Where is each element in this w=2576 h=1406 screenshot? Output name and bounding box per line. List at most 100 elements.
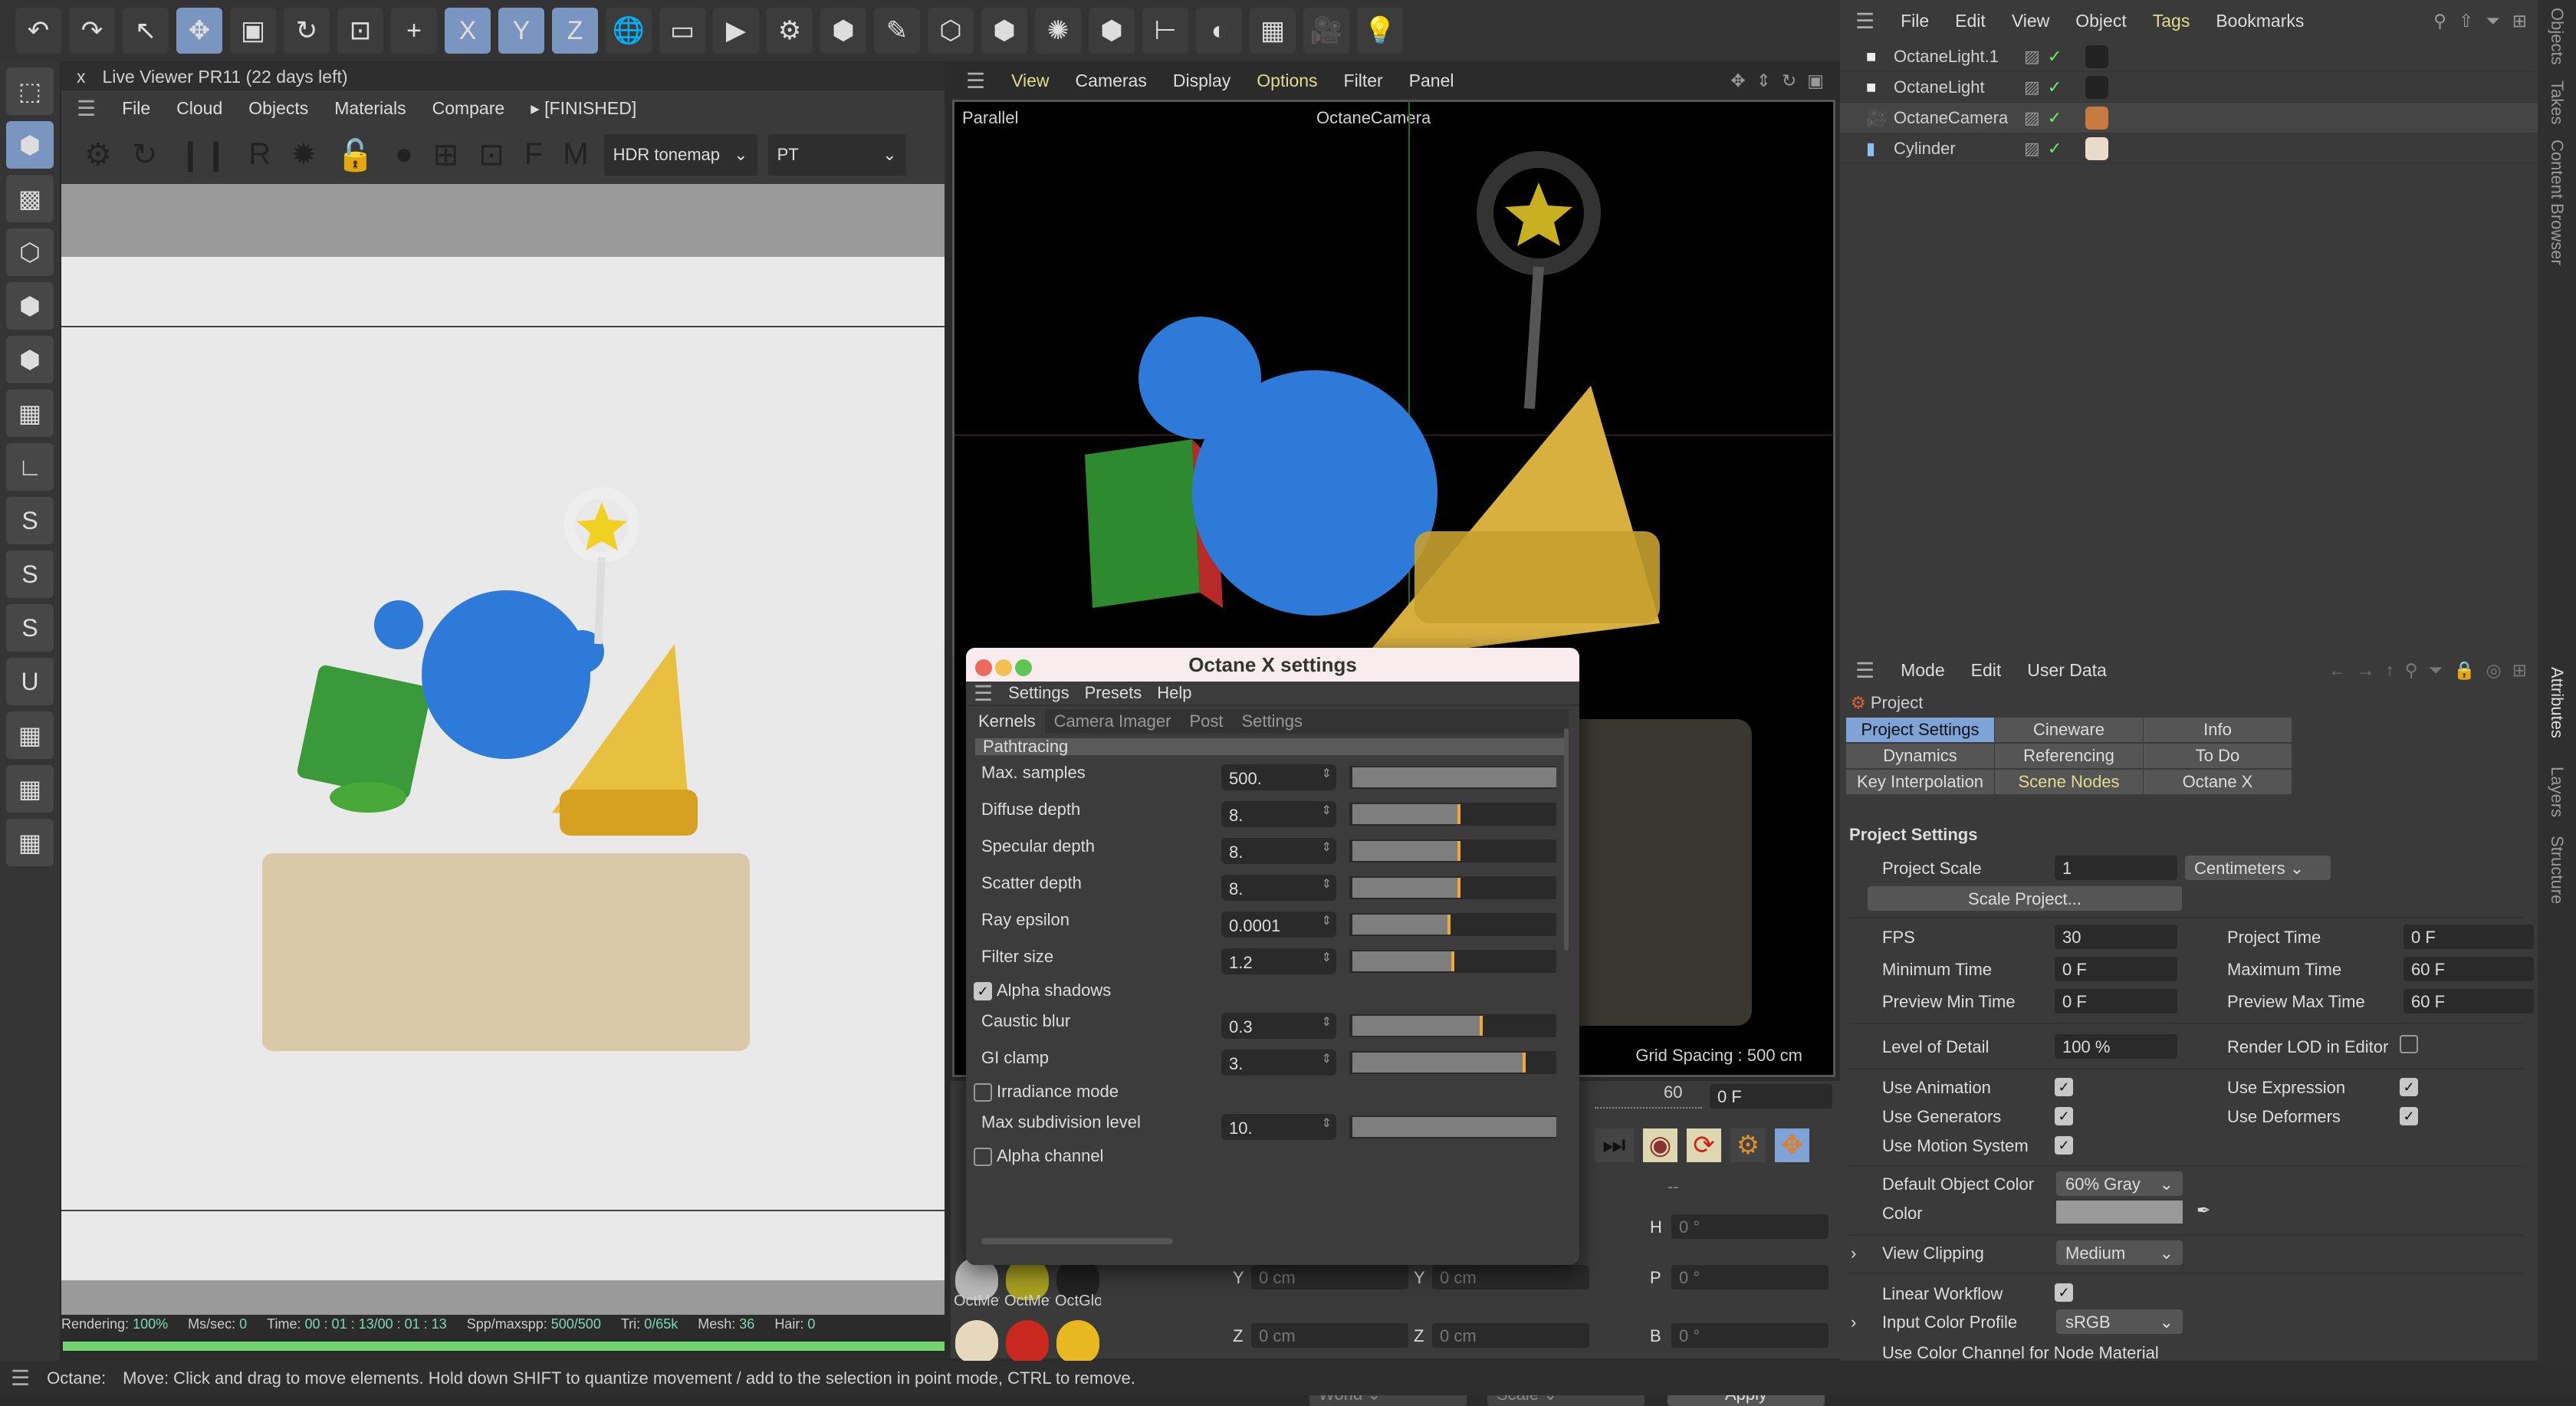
menu-tags[interactable]: Tags (2153, 11, 2190, 31)
object-row[interactable]: ▮ Cylinder ▨ ✓ (1840, 133, 2538, 164)
menu-edit[interactable]: Edit (1955, 11, 1986, 31)
viewer-tool-icon[interactable]: R (248, 137, 271, 173)
enabled-check-icon[interactable]: ✓ (2048, 47, 2062, 67)
autokey-icon[interactable]: ⟳ (1687, 1128, 1721, 1162)
pathtracing-section[interactable]: Pathtracing (975, 737, 1569, 756)
stepper-icon[interactable]: ⇕ (1322, 950, 1332, 965)
stepper-icon[interactable]: ⇕ (1322, 876, 1332, 892)
cube-icon[interactable]: ⬢ (820, 8, 866, 54)
stepper-icon[interactable]: ⇕ (1322, 839, 1332, 855)
stepper-icon[interactable]: ⇕ (1322, 1051, 1332, 1066)
side-tab-structure[interactable]: Structure (2538, 828, 2576, 912)
tab-settings[interactable]: Settings (1232, 711, 1312, 731)
value-slider[interactable] (1349, 803, 1556, 826)
coord-field[interactable]: 0 ° (1671, 1323, 1829, 1348)
floor-icon[interactable]: ▦ (1250, 8, 1296, 54)
orbit-icon[interactable]: ↻ (1782, 71, 1796, 91)
side-tab-takes[interactable]: Takes (2538, 73, 2576, 132)
value-slider[interactable] (1349, 1115, 1556, 1138)
linear-workflow-checkbox[interactable]: ✓ (2055, 1283, 2073, 1302)
tab-info[interactable]: Info (2144, 718, 2292, 742)
hamburger-icon[interactable]: ☰ (1855, 658, 1875, 683)
tab-dynamics[interactable]: Dynamics (1846, 744, 1994, 768)
menu-cameras[interactable]: Cameras (1076, 71, 1147, 91)
viewer-tool-icon[interactable]: ● (395, 137, 413, 173)
tab-cineware[interactable]: Cineware (1995, 718, 2143, 742)
new-panel-icon[interactable]: ⊞ (2512, 11, 2527, 31)
tab-to-do[interactable]: To Do (2144, 744, 2292, 768)
dialog-vertical-scrollbar[interactable] (1564, 728, 1569, 951)
workplane-icon[interactable]: ▦ (6, 711, 54, 759)
back-icon[interactable]: ← (2328, 660, 2346, 681)
world-coords-icon[interactable]: 🌐 (606, 8, 652, 54)
stepper-icon[interactable]: ⇕ (1322, 803, 1332, 818)
rotate-icon[interactable]: ↻ (284, 8, 330, 54)
current-frame-field[interactable]: 0 F (1710, 1084, 1832, 1109)
hamburger-icon[interactable]: ☰ (77, 96, 96, 121)
visibility-toggles[interactable]: ▨ ✓ (2024, 47, 2062, 67)
viewer-tool-icon[interactable]: F (524, 137, 543, 173)
render-output[interactable] (61, 184, 945, 1315)
layer-icon[interactable]: ▨ (2024, 77, 2040, 97)
stepper-icon[interactable]: ⇕ (1322, 913, 1332, 928)
model-mode-icon[interactable]: ⬢ (6, 121, 54, 169)
menu-panel[interactable]: Panel (1409, 71, 1454, 91)
menu-user-data[interactable]: User Data (2027, 660, 2107, 681)
axis-icon[interactable]: ∟ (6, 443, 54, 491)
side-tab-content-browser[interactable]: Content Browser (2538, 132, 2576, 273)
time-field[interactable]: 30 (2055, 925, 2177, 949)
checkbox[interactable] (974, 1083, 992, 1102)
bend-icon[interactable]: ⊢ (1142, 8, 1188, 54)
timeline-ruler[interactable] (1595, 1104, 1702, 1109)
scale-icon[interactable]: ▣ (230, 8, 276, 54)
value-field[interactable]: 8. ⇕ (1221, 801, 1336, 827)
tab-scene-nodes[interactable]: Scene Nodes (1995, 770, 2143, 794)
side-tab-attributes[interactable]: Attributes (2538, 659, 2576, 746)
lock-icon[interactable]: 🔒 (2453, 660, 2476, 681)
color-swatch[interactable] (2056, 1201, 2183, 1224)
use-generators-checkbox[interactable]: ✓ (2055, 1107, 2073, 1125)
use-expression-checkbox[interactable]: ✓ (2400, 1078, 2418, 1096)
viewer-tool-icon[interactable]: 🔓 (337, 137, 375, 173)
redo-icon[interactable]: ↷ (69, 8, 115, 54)
camera-icon[interactable]: 🎥 (1303, 8, 1349, 54)
checkbox[interactable] (974, 1148, 992, 1167)
coord-field[interactable]: 0 ° (1671, 1265, 1829, 1289)
tab-kernels[interactable]: Kernels (969, 709, 1045, 734)
select-icon[interactable]: ↖ (123, 8, 169, 54)
cloner-icon[interactable]: ✺ (1035, 8, 1081, 54)
move-icon[interactable]: ✥ (176, 8, 222, 54)
hamburger-icon[interactable]: ☰ (966, 68, 985, 94)
uv-mode-icon[interactable]: ▦ (6, 389, 54, 437)
checkbox[interactable]: ✓ (974, 982, 992, 1001)
material-name[interactable]: OctMeta (1004, 1293, 1050, 1310)
layer-icon[interactable]: ▨ (2024, 47, 2040, 67)
snap-icon[interactable]: S (6, 497, 54, 544)
visibility-toggles[interactable]: ▨ ✓ (2024, 108, 2062, 128)
material-swatch[interactable] (1056, 1320, 1099, 1363)
lock-workplane-icon[interactable]: ▦ (6, 765, 54, 813)
z-axis-icon[interactable]: Z (552, 8, 598, 54)
create-icon[interactable]: + (391, 8, 437, 54)
time-field[interactable]: 60 F (2404, 957, 2534, 981)
stepper-icon[interactable]: ⇕ (1322, 1014, 1332, 1030)
menu-file[interactable]: File (1901, 11, 1929, 31)
menu-view[interactable]: View (2012, 11, 2049, 31)
expand-icon[interactable]: › (1851, 1312, 1856, 1332)
tab-post[interactable]: Post (1180, 711, 1232, 731)
object-name[interactable]: OctaneLight (1894, 77, 1985, 97)
dialog-titlebar[interactable]: Octane X settings (966, 648, 1579, 682)
filter-icon[interactable]: ⏷ (2486, 11, 2499, 31)
visibility-toggles[interactable]: ▨ ✓ (2024, 77, 2062, 97)
menu-display[interactable]: Display (1173, 71, 1230, 91)
move-key-icon[interactable]: ✥ (1775, 1128, 1809, 1162)
menu-object[interactable]: Object (2075, 11, 2126, 31)
tab-project-settings[interactable]: Project Settings (1846, 718, 1994, 742)
layer-icon[interactable]: ▨ (2024, 108, 2040, 128)
recent-tools-icon[interactable]: ⊡ (337, 8, 383, 54)
object-row[interactable]: 🎥 OctaneCamera ▨ ✓ (1840, 103, 2538, 133)
enabled-check-icon[interactable]: ✓ (2048, 139, 2062, 159)
value-field[interactable]: 0.0001 ⇕ (1221, 912, 1336, 938)
snap-workplane-icon[interactable]: S (6, 604, 54, 652)
extrude-icon[interactable]: ⬢ (981, 8, 1027, 54)
